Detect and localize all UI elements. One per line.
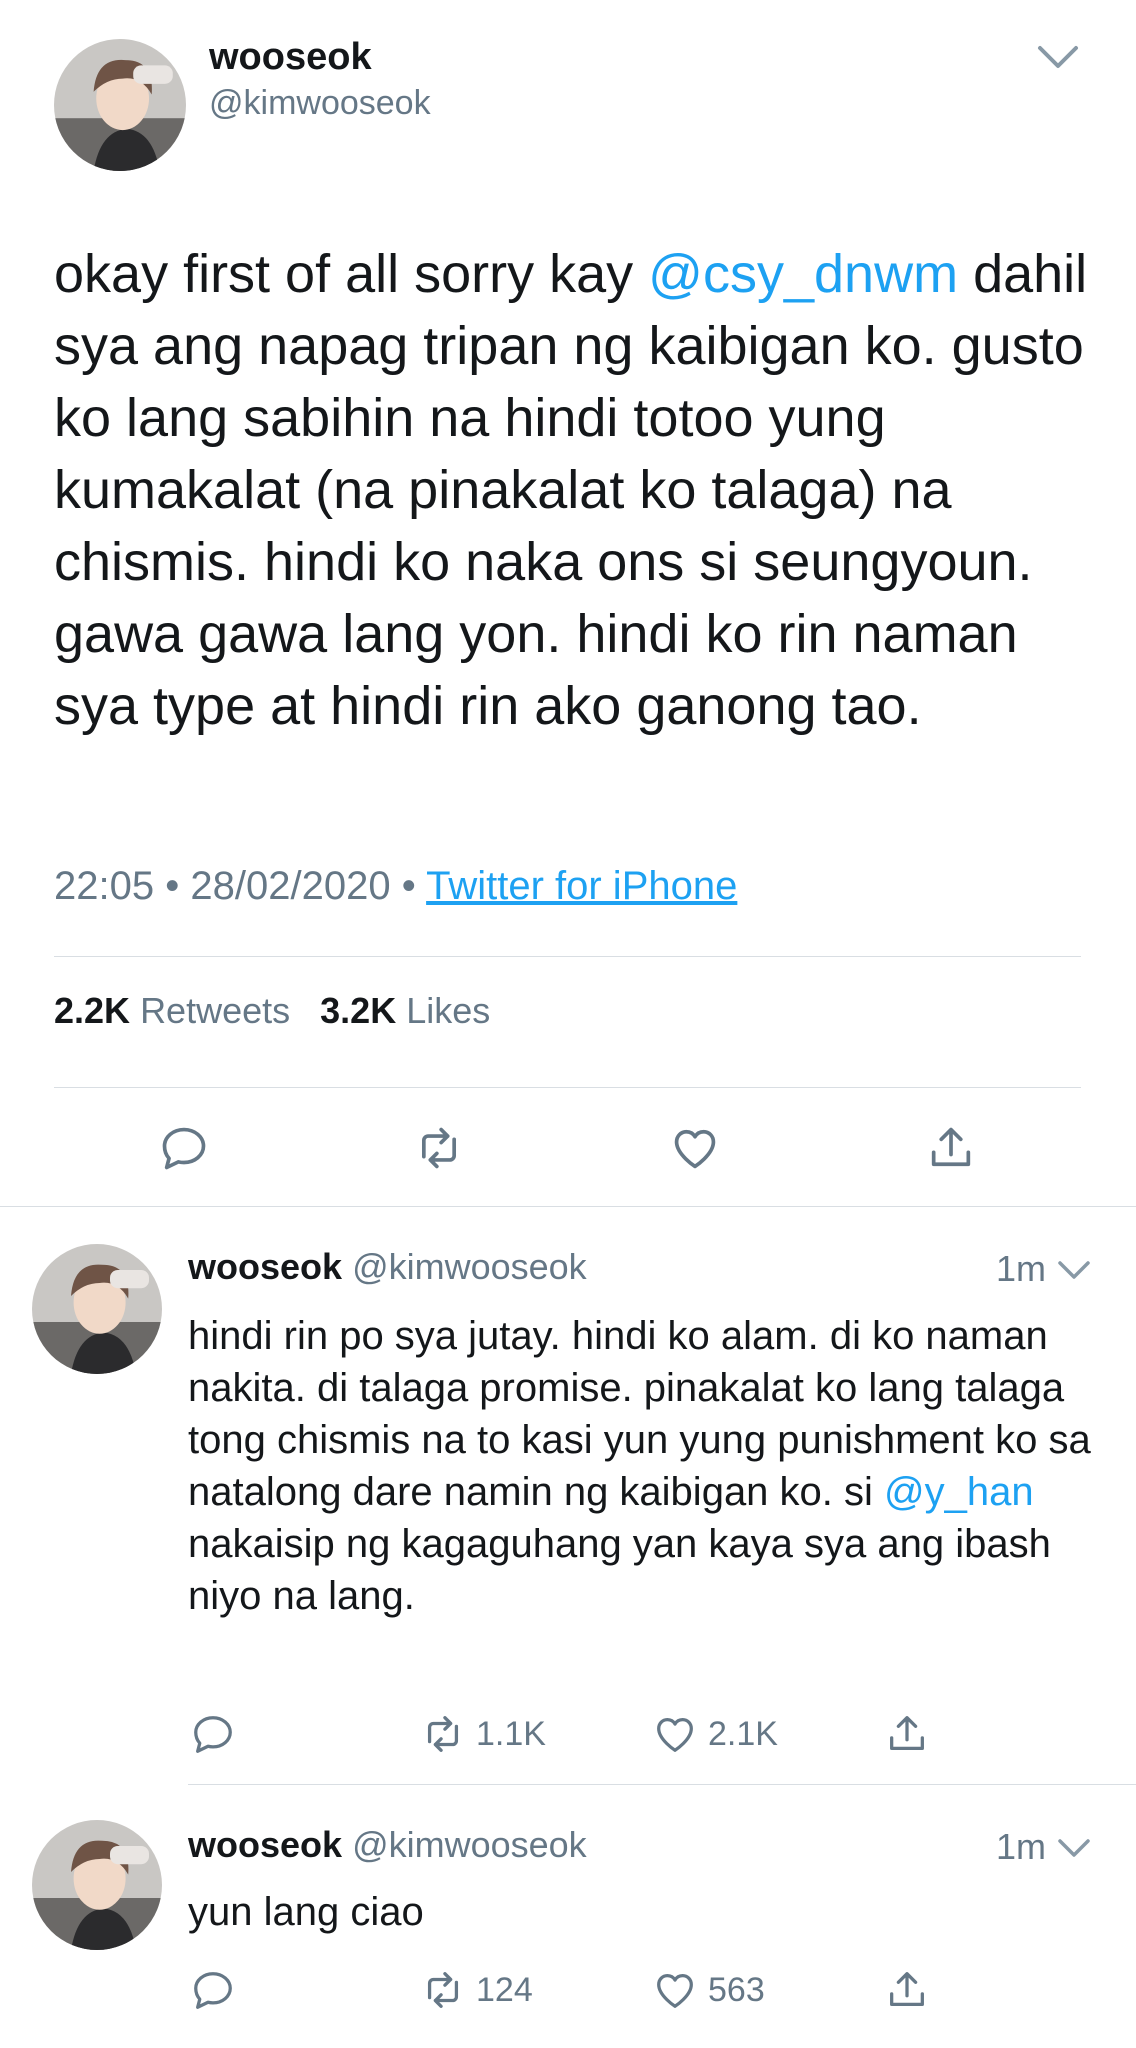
divider — [54, 1087, 1081, 1088]
share-icon — [890, 1716, 924, 1751]
main-tweet: wooseok @kimwooseok okay first of all so… — [0, 0, 1136, 1206]
heart-icon — [674, 1129, 716, 1169]
reply-icon — [194, 1972, 232, 2009]
like-button[interactable]: 2.1K — [652, 1710, 778, 1758]
retweet-icon — [427, 1716, 459, 1752]
share-button[interactable] — [884, 1710, 940, 1758]
display-name[interactable]: wooseok — [188, 1246, 342, 1287]
retweet-count: 124 — [476, 1970, 533, 2009]
retweet-icon — [427, 1972, 459, 2008]
avatar-image — [32, 1820, 162, 1950]
like-count: 2.1K — [708, 1714, 778, 1753]
tweet-time: 22:05 — [54, 864, 155, 908]
tweet-meta: 22:05 • 28/02/2020 • Twitter for iPhone — [54, 864, 737, 909]
reply-button[interactable] — [190, 1966, 246, 2014]
reply-tweet[interactable]: wooseok @kimwooseok 1m yun lang ciao 124… — [0, 1784, 1136, 2048]
like-button[interactable]: 563 — [652, 1966, 765, 2014]
user-handle[interactable]: @kimwooseok — [352, 1824, 587, 1865]
mention-link[interactable]: @y_han — [884, 1470, 1034, 1514]
user-handle[interactable]: @kimwooseok — [352, 1246, 587, 1287]
avatar[interactable] — [54, 39, 186, 171]
tweet-text-part: yun lang ciao — [188, 1890, 424, 1934]
chevron-down-icon[interactable] — [1056, 1836, 1092, 1860]
tweet-time[interactable]: 1m — [996, 1248, 1046, 1290]
share-button[interactable] — [884, 1966, 940, 2014]
engagement-stats: 2.2K Retweets 3.2K Likes — [54, 990, 490, 1032]
heart-icon — [657, 1973, 693, 2008]
meta-separator: • — [401, 864, 416, 908]
tweet-time[interactable]: 1m — [996, 1826, 1046, 1868]
display-name[interactable]: wooseok — [188, 1824, 342, 1865]
retweet-count: 1.1K — [476, 1714, 546, 1753]
divider — [54, 956, 1081, 957]
likes-stat[interactable]: 3.2K Likes — [320, 990, 490, 1031]
avatar[interactable] — [32, 1244, 162, 1374]
tweet-text: yun lang ciao — [188, 1886, 1098, 1938]
share-icon — [890, 1972, 924, 2007]
retweet-button[interactable]: 124 — [420, 1966, 533, 2014]
retweets-stat[interactable]: 2.2K Retweets — [54, 990, 290, 1031]
tweet-text: hindi rin po sya jutay. hindi ko alam. d… — [188, 1310, 1098, 1622]
display-name[interactable]: wooseok — [209, 36, 372, 79]
mention-link[interactable]: @csy_dnwm — [648, 244, 958, 304]
meta-separator: • — [165, 864, 180, 908]
retweet-button[interactable]: 1.1K — [420, 1710, 546, 1758]
reply-button[interactable] — [190, 1710, 246, 1758]
like-count: 563 — [708, 1970, 765, 2009]
retweet-icon — [421, 1127, 457, 1169]
reply-tweet[interactable]: wooseok @kimwooseok 1m hindi rin po sya … — [0, 1206, 1136, 1786]
tweet-text-part: nakaisip ng kagaguhang yan kaya sya ang … — [188, 1522, 1051, 1618]
heart-icon — [657, 1717, 693, 1752]
tweet-text-part: okay first of all sorry kay — [54, 244, 649, 304]
source-link[interactable]: Twitter for iPhone — [426, 864, 737, 908]
retweets-label: Retweets — [140, 990, 291, 1031]
tweet-text: okay first of all sorry kay @csy_dnwm da… — [54, 238, 1094, 742]
avatar[interactable] — [32, 1820, 162, 1950]
likes-count: 3.2K — [320, 990, 397, 1031]
chevron-down-icon[interactable] — [1056, 1258, 1092, 1282]
like-button[interactable] — [669, 1122, 721, 1174]
reply-icon — [162, 1127, 206, 1170]
chevron-down-icon[interactable] — [1036, 42, 1080, 72]
likes-label: Likes — [406, 990, 491, 1031]
avatar-image — [54, 39, 186, 171]
reply-header: wooseok @kimwooseok — [188, 1824, 587, 1866]
avatar-image — [32, 1244, 162, 1374]
reply-icon — [194, 1716, 232, 1753]
retweet-button[interactable] — [413, 1122, 465, 1174]
share-icon — [931, 1127, 971, 1167]
user-handle[interactable]: @kimwooseok — [209, 84, 431, 123]
reply-button[interactable] — [158, 1122, 210, 1174]
tweet-text-part: dahil sya ang napag tripan ng kaibigan k… — [54, 244, 1088, 736]
share-button[interactable] — [925, 1122, 977, 1174]
retweets-count: 2.2K — [54, 990, 131, 1031]
reply-header: wooseok @kimwooseok — [188, 1246, 587, 1288]
tweet-date: 28/02/2020 — [190, 864, 391, 908]
